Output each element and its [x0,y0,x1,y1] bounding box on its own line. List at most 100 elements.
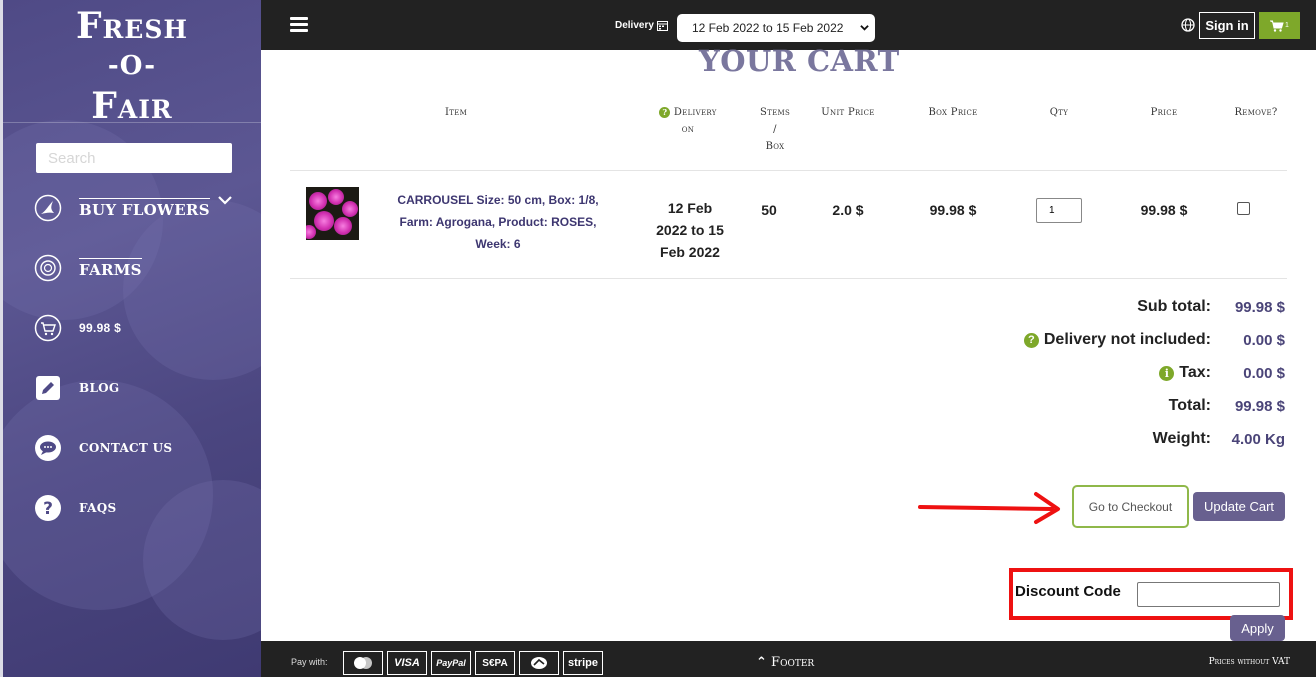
column-header-delivery-line2: on [681,124,695,135]
column-header-item: Item [444,107,468,118]
chevron-down-icon [860,25,869,31]
product-description-line2: Farm: Agrogana, Product: ROSES, [399,215,597,229]
unit-price-cell: 2.0 $ [832,202,864,218]
delivery-cost-label: Delivery not included: [1043,331,1211,348]
logo-divider [3,122,261,123]
cart-count-badge: 1 [1285,22,1289,29]
annotation-arrow [918,492,1060,524]
sidebar-item-label: FAQs [79,501,117,515]
brand-line2: -O- [107,51,157,81]
subtotal-value: 99.98 $ [1234,299,1285,316]
prices-note: Prices without VAT [1208,657,1290,667]
delivery-date-cell-line2: 2022 to 15 [656,222,724,238]
search-input[interactable] [36,143,232,173]
cart-icon [33,313,63,343]
tax-label-row: i Tax: [1159,364,1211,382]
wallet-icon [519,651,559,675]
mastercard-icon [343,651,383,675]
sidebar-item-label: Contact us [79,441,173,455]
weight-value: 4.00 Kg [1231,431,1285,448]
footer-link-label: Footer [771,655,815,670]
top-bar: Delivery 12 Feb 2022 to 15 Feb 2022 Sign… [261,0,1316,50]
sidebar: Fresh -O- Fair Buy Flowers Farms 99.98 $ [0,0,261,677]
discount-code-label: Discount Code [1015,583,1121,600]
delivery-date-cell-line3: Feb 2022 [660,244,720,260]
brand-line3: Fair [91,85,173,127]
column-header-delivery-line1: ? Delivery [648,104,728,121]
globe-icon[interactable] [1181,18,1195,32]
sidebar-item-contact[interactable]: Contact us [33,431,172,465]
weight-label: Weight: [1152,430,1211,447]
tax-label: Tax: [1179,364,1211,381]
brand-line1: Fresh [75,5,189,47]
svg-text:?: ? [43,499,53,519]
app: Fresh -O- Fair Buy Flowers Farms 99.98 $ [0,0,1316,677]
price-cell: 99.98 $ [1140,202,1188,218]
tax-value: 0.00 $ [1243,365,1285,382]
info-icon[interactable]: i [1159,365,1175,381]
delivery-label: Delivery [615,20,668,31]
cart-button[interactable]: 1 [1259,12,1300,39]
footer-bar: Pay with: VISA PayPal S€PA stripe ⌃ Foot… [261,641,1316,677]
product-thumbnail[interactable] [306,187,359,240]
delivery-date-cell: 12 Feb 2022 to 15 Feb 2022 [645,197,735,263]
column-header-stems-line1: Stems [759,107,791,118]
column-header-price: Price [1150,107,1178,118]
sidebar-cart-total: 99.98 $ [79,321,122,335]
brand-logo[interactable]: Fresh -O- Fair [3,6,261,126]
remove-checkbox[interactable] [1237,202,1250,215]
apply-discount-button[interactable]: Apply [1230,615,1285,641]
column-header-box-price: Box Price [928,107,978,118]
delivery-cost-value: 0.00 $ [1243,332,1285,349]
column-header-unit-price: Unit Price [821,107,875,118]
stems-cell: 50 [761,202,777,218]
total-value: 99.98 $ [1234,398,1285,415]
help-icon[interactable]: ? [659,107,671,118]
cart-page: YOUR CART Item ? Delivery on Stems / Box… [261,44,1316,641]
footer-toggle[interactable]: ⌃ Footer [756,655,814,670]
sepa-icon: S€PA [475,651,515,675]
delivery-date-select[interactable]: 12 Feb 2022 to 15 Feb 2022 [677,14,875,42]
chat-icon [33,433,63,463]
sidebar-item-buy-flowers[interactable]: Buy Flowers [33,191,210,225]
discount-code-input[interactable] [1137,582,1280,607]
column-header-stems: Stems / Box [749,104,801,155]
delivery-label-text: Delivery [615,20,654,31]
column-header-stems-line3: Box [765,141,785,152]
rose-icon [33,253,63,283]
column-header-remove: Remove? [1234,107,1278,118]
product-description[interactable]: CARROUSEL Size: 50 cm, Box: 1/8, Farm: A… [389,189,607,255]
swan-icon [33,193,63,223]
calendar-icon [656,21,668,31]
page-title: YOUR CART [699,44,900,78]
chevron-down-icon[interactable] [217,192,233,208]
quantity-input[interactable] [1036,198,1082,223]
help-icon[interactable]: ? [1023,332,1039,348]
sign-in-button[interactable]: Sign in [1199,12,1255,39]
subtotal-label: Sub total: [1137,298,1211,315]
sidebar-item-blog[interactable]: Blog [33,371,119,405]
cart-icon [1270,20,1284,32]
pay-with-label: Pay with: [291,657,328,667]
stripe-icon: stripe [563,651,603,675]
chevrons-up-icon: ⌃ [756,655,767,670]
visa-icon: VISA [387,651,427,675]
update-cart-button[interactable]: Update Cart [1193,492,1285,521]
delivery-date-cell-line1: 12 Feb [667,200,713,216]
sidebar-item-label: Farms [79,257,142,279]
delivery-date-value: 12 Feb 2022 to 15 Feb 2022 [692,21,844,35]
table-divider [290,278,1287,279]
sidebar-item-cart[interactable]: 99.98 $ [33,311,121,345]
delivery-label-row: ? Delivery not included: [1023,331,1211,349]
sidebar-item-faqs[interactable]: ? FAQs [33,491,116,525]
box-price-cell: 99.98 $ [929,202,977,218]
menu-icon[interactable] [290,17,308,33]
sidebar-item-farms[interactable]: Farms [33,251,142,285]
checkout-button[interactable]: Go to Checkout [1072,485,1189,528]
sidebar-item-label: Buy Flowers [79,197,210,219]
product-description-line3: Week: 6 [475,237,521,251]
column-header-stems-line2: / [773,124,777,135]
total-label: Total: [1168,397,1211,414]
column-header-qty: Qty [1049,107,1069,118]
sidebar-item-label: Blog [79,381,120,395]
